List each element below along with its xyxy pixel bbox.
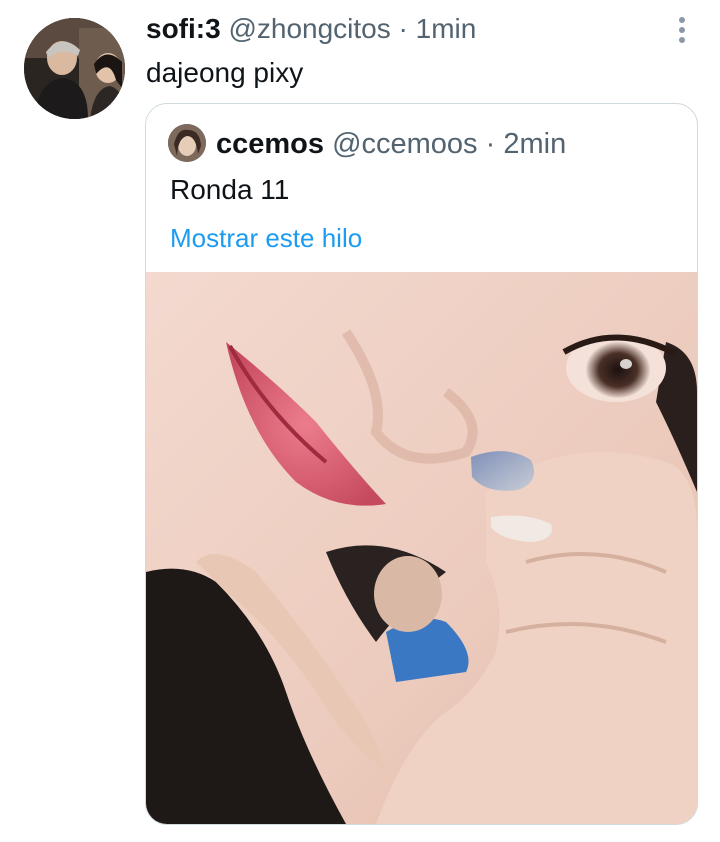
- quoted-avatar-photo: [168, 124, 206, 162]
- tweet-header: sofi:3 @zhongcitos · 1min: [146, 12, 476, 46]
- quoted-tweet-card[interactable]: ccemos @ccemoos · 2min Ronda 11 Mostrar …: [145, 103, 698, 825]
- quoted-author-handle[interactable]: @ccemoos: [332, 128, 477, 160]
- header-separator: ·: [398, 13, 408, 44]
- quoted-tweet-text: Ronda 11: [170, 174, 290, 205]
- author-display-name[interactable]: sofi:3: [146, 13, 221, 44]
- author-handle[interactable]: @zhongcitos: [228, 13, 390, 44]
- quoted-author-display-name[interactable]: ccemos: [216, 128, 324, 160]
- quoted-tweet-header: ccemos @ccemoos · 2min: [216, 126, 566, 162]
- close-up-photo: [146, 272, 697, 824]
- more-options-button[interactable]: [664, 12, 700, 48]
- author-avatar[interactable]: [24, 18, 125, 119]
- quoted-author-avatar[interactable]: [168, 124, 206, 162]
- quoted-tweet-photo[interactable]: [146, 272, 697, 824]
- show-thread-link[interactable]: Mostrar este hilo: [170, 220, 362, 256]
- tweet-text: dajeong pixy: [146, 57, 304, 88]
- avatar-photo: [24, 18, 125, 119]
- quoted-header-separator: ·: [485, 128, 496, 160]
- tweet-timestamp[interactable]: 1min: [416, 13, 477, 44]
- more-vertical-icon: [679, 17, 685, 43]
- tweet: sofi:3 @zhongcitos · 1min dajeong pixy c…: [0, 0, 720, 842]
- quoted-tweet-timestamp[interactable]: 2min: [503, 128, 566, 160]
